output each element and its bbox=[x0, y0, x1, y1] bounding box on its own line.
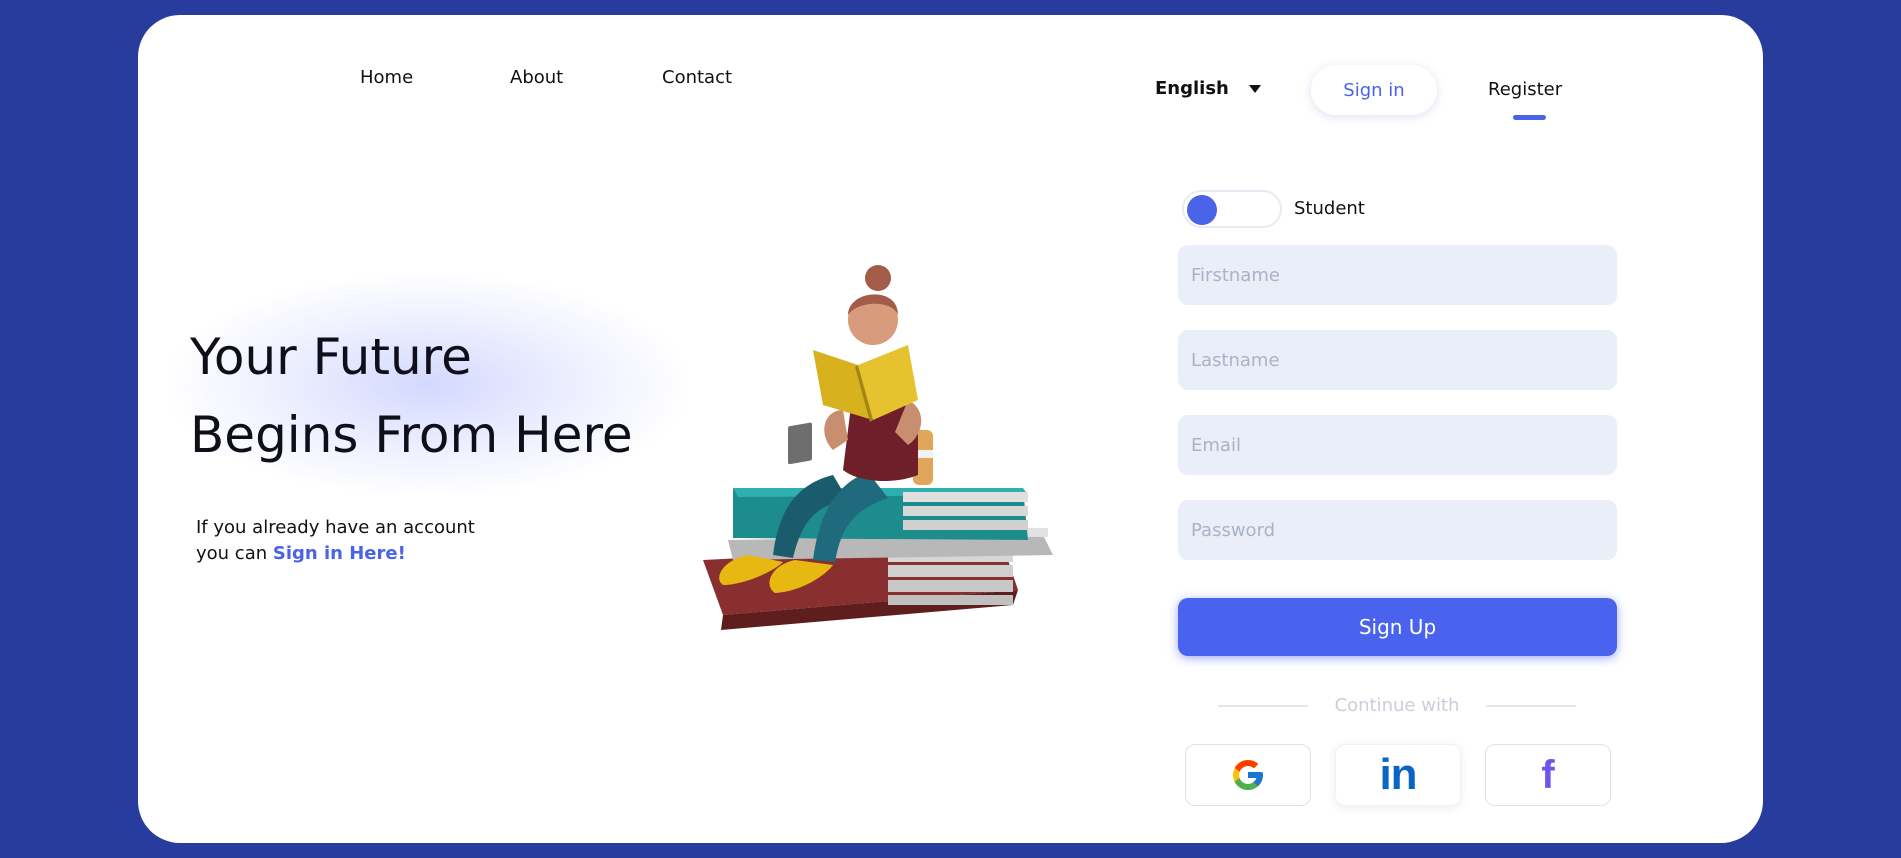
language-select[interactable]: English bbox=[1155, 78, 1261, 99]
facebook-icon: f bbox=[1541, 752, 1555, 797]
divider-right bbox=[1486, 705, 1576, 707]
lastname-input[interactable] bbox=[1178, 330, 1617, 390]
nav-home-link[interactable]: Home bbox=[360, 67, 413, 88]
linkedin-icon: in bbox=[1379, 750, 1417, 799]
register-active-indicator bbox=[1513, 115, 1546, 120]
hero-title-line-2: Begins From Here bbox=[190, 406, 633, 464]
password-input[interactable] bbox=[1178, 500, 1617, 560]
toggle-label: Student bbox=[1294, 198, 1365, 219]
email-input[interactable] bbox=[1178, 415, 1617, 475]
student-toggle[interactable] bbox=[1182, 190, 1282, 228]
language-label: English bbox=[1155, 78, 1229, 99]
hero-sub-line-1: If you already have an account bbox=[196, 517, 475, 538]
nav-about-link[interactable]: About bbox=[510, 67, 563, 88]
hero-title-line-1: Your Future bbox=[190, 328, 472, 386]
main-card: Home About Contact English Sign in Regis… bbox=[138, 15, 1763, 843]
hero-sub-prefix: you can bbox=[196, 543, 273, 564]
hero-sub-line-2: you can Sign in Here! bbox=[196, 541, 475, 567]
hero-subtext: If you already have an account you can S… bbox=[196, 515, 475, 567]
caret-down-icon bbox=[1248, 84, 1261, 93]
sign-up-button[interactable]: Sign Up bbox=[1178, 598, 1617, 656]
facebook-login-button[interactable]: f bbox=[1485, 744, 1611, 806]
google-login-button[interactable] bbox=[1185, 744, 1311, 806]
linkedin-login-button[interactable]: in bbox=[1335, 744, 1461, 806]
sign-in-button[interactable]: Sign in bbox=[1311, 65, 1437, 115]
firstname-input[interactable] bbox=[1178, 245, 1617, 305]
sign-in-here-link[interactable]: Sign in Here! bbox=[273, 543, 406, 564]
hero-title: Your Future Begins From Here bbox=[190, 318, 633, 474]
nav-contact-link[interactable]: Contact bbox=[662, 67, 732, 88]
toggle-knob bbox=[1187, 195, 1217, 225]
google-icon bbox=[1233, 760, 1263, 790]
student-reading-illustration bbox=[703, 265, 1053, 630]
register-tab[interactable]: Register bbox=[1488, 79, 1562, 100]
